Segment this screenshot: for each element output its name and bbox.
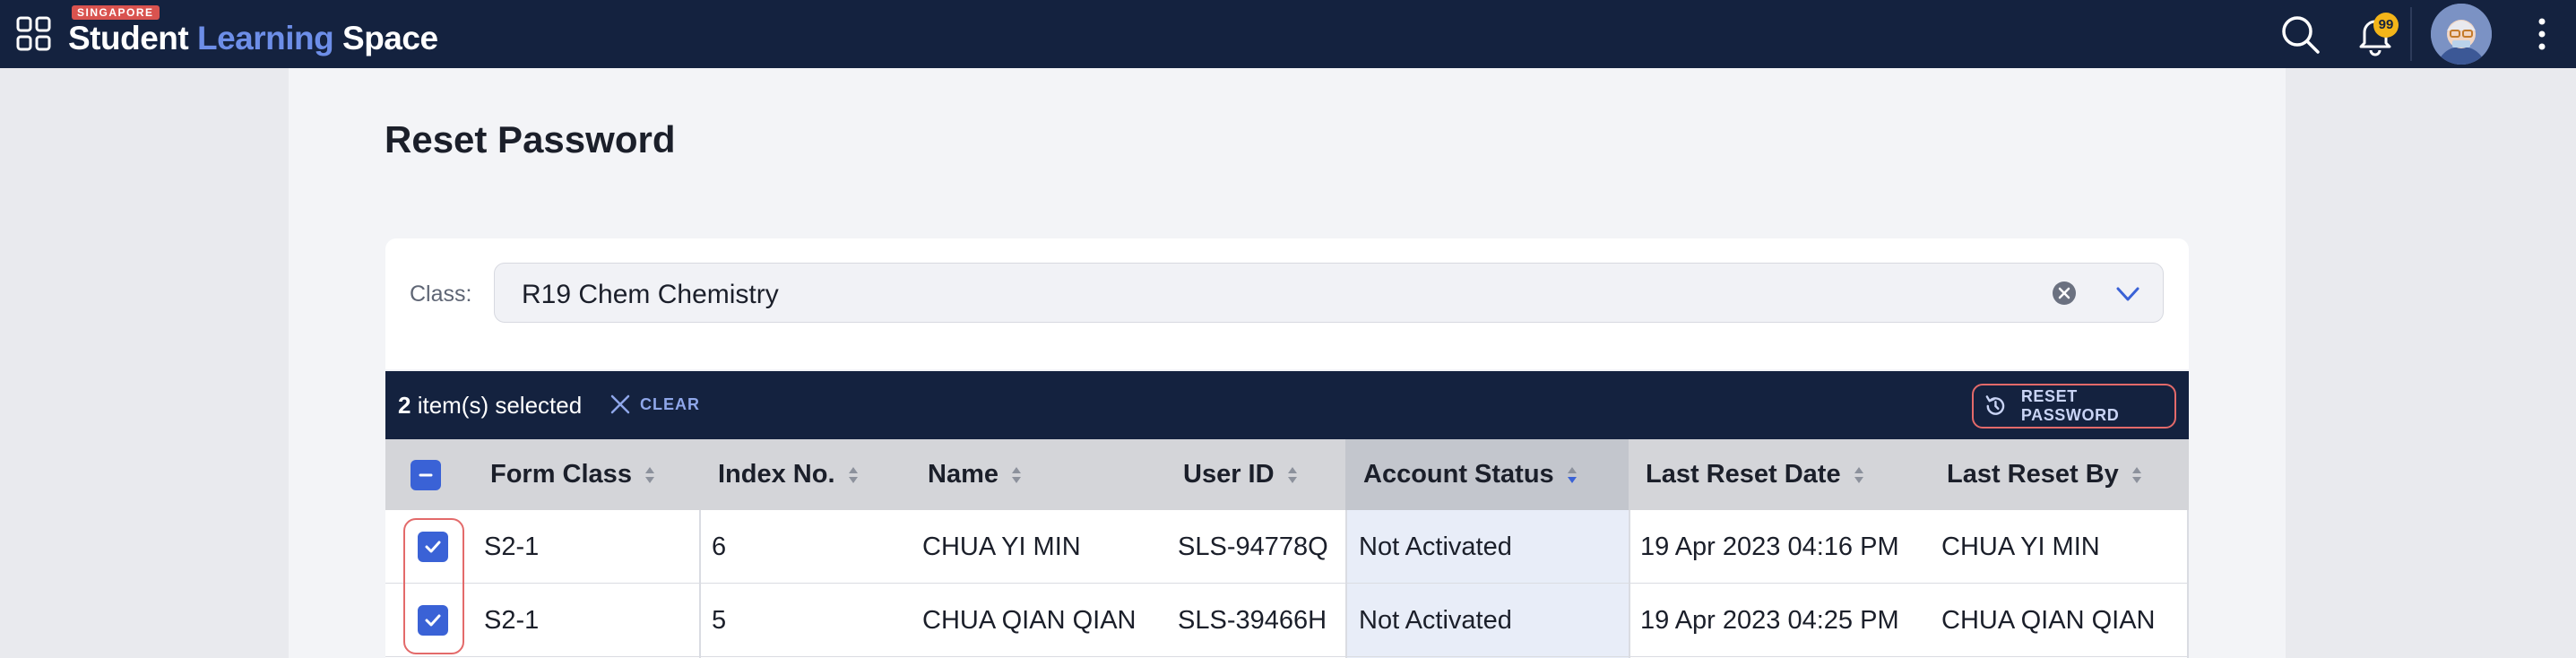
notifications-button[interactable]: 99 (2352, 11, 2399, 57)
logo-word-space: Space (342, 20, 438, 56)
class-label: Class: (410, 281, 472, 307)
selection-count-label: item(s) selected (411, 392, 583, 419)
cell-name: CHUA YI MIN (922, 532, 1081, 561)
navbar-divider (2410, 7, 2412, 61)
class-select[interactable]: R19 Chem Chemistry (494, 263, 2164, 323)
kebab-menu-icon[interactable] (2529, 14, 2554, 54)
col-header-user-id[interactable]: User ID (1183, 439, 1298, 510)
sort-icon (1854, 466, 1863, 483)
reset-icon (1985, 395, 2005, 415)
close-icon (610, 394, 630, 414)
col-header-label: User ID (1183, 460, 1275, 489)
top-navbar: SINGAPORE Student Learning Space 99 (0, 0, 2576, 68)
logo-word-learning: Learning (196, 20, 334, 56)
selection-bar: 2 item(s) selected CLEAR RESET PASSWORD (385, 371, 2189, 439)
select-all-cell (411, 439, 441, 510)
cell-index-no: 5 (712, 605, 727, 635)
cell-last-reset-date: 19 Apr 2023 04:16 PM (1640, 532, 1899, 561)
col-header-index-no[interactable]: Index No. (718, 439, 859, 510)
sort-icon (848, 466, 858, 483)
clear-selection-button[interactable]: CLEAR (609, 389, 700, 420)
sort-desc-icon (1567, 466, 1577, 483)
cell-form-class: S2-1 (484, 605, 540, 635)
reset-password-label: RESET PASSWORD (2020, 387, 2120, 424)
cell-account-status: Not Activated (1359, 605, 1512, 635)
selection-count-number: 2 (398, 392, 411, 419)
sort-icon (2131, 466, 2141, 483)
page-title: Reset Password (385, 118, 676, 160)
col-header-label: Last Reset By (1947, 460, 2119, 489)
indeterminate-icon (419, 473, 433, 476)
apps-grid-icon[interactable] (14, 14, 54, 54)
logo-badge: SINGAPORE (72, 5, 160, 20)
col-header-last-reset-date[interactable]: Last Reset Date (1646, 439, 1864, 510)
class-select-value: R19 Chem Chemistry (522, 280, 779, 309)
cell-last-reset-date: 19 Apr 2023 04:25 PM (1640, 605, 1899, 635)
cell-index-no: 6 (712, 532, 727, 561)
cell-name: CHUA QIAN QIAN (922, 605, 1137, 635)
table-row[interactable]: S2-1 6 CHUA YI MIN SLS-94778Q Not Activa… (385, 510, 2189, 584)
col-header-account-status[interactable]: Account Status (1363, 439, 1578, 510)
cell-last-reset-by: CHUA QIAN QIAN (1941, 605, 2156, 635)
avatar[interactable] (2431, 4, 2492, 65)
col-header-name[interactable]: Name (928, 439, 1022, 510)
selected-checkboxes-highlight (403, 518, 464, 654)
col-header-label: Index No. (718, 460, 835, 489)
avatar-face-icon (2431, 4, 2492, 65)
col-header-last-reset-by[interactable]: Last Reset By (1947, 439, 2142, 510)
sort-icon (1287, 466, 1297, 483)
cell-form-class: S2-1 (484, 532, 540, 561)
search-icon[interactable] (2278, 13, 2321, 56)
sort-icon (1012, 466, 1021, 483)
reset-password-button[interactable]: RESET PASSWORD (1972, 384, 2176, 429)
table-row[interactable]: S2-1 5 CHUA QIAN QIAN SLS-39466H Not Act… (385, 584, 2189, 657)
cell-account-status: Not Activated (1359, 532, 1512, 561)
logo-word-student: Student (68, 20, 189, 56)
clear-circle-icon[interactable] (2052, 281, 2077, 306)
col-header-form-class[interactable]: Form Class (490, 439, 655, 510)
cell-user-id: SLS-94778Q (1178, 532, 1328, 561)
cell-user-id: SLS-39466H (1178, 605, 1327, 635)
col-header-label: Form Class (490, 460, 632, 489)
clear-selection-label: CLEAR (640, 394, 700, 413)
chevron-down-icon[interactable] (2114, 280, 2142, 308)
students-table: Form Class Index No. Name User ID Accoun… (385, 439, 2189, 658)
col-header-label: Name (928, 460, 998, 489)
selection-count: 2 item(s) selected (398, 392, 582, 420)
col-header-label: Account Status (1363, 460, 1554, 489)
col-header-label: Last Reset Date (1646, 460, 1841, 489)
logo-text: Student Learning Space (68, 20, 438, 57)
cell-last-reset-by: CHUA YI MIN (1941, 532, 2100, 561)
notification-count-badge: 99 (2373, 13, 2399, 38)
sort-icon (644, 466, 654, 483)
select-all-checkbox[interactable] (411, 459, 441, 490)
